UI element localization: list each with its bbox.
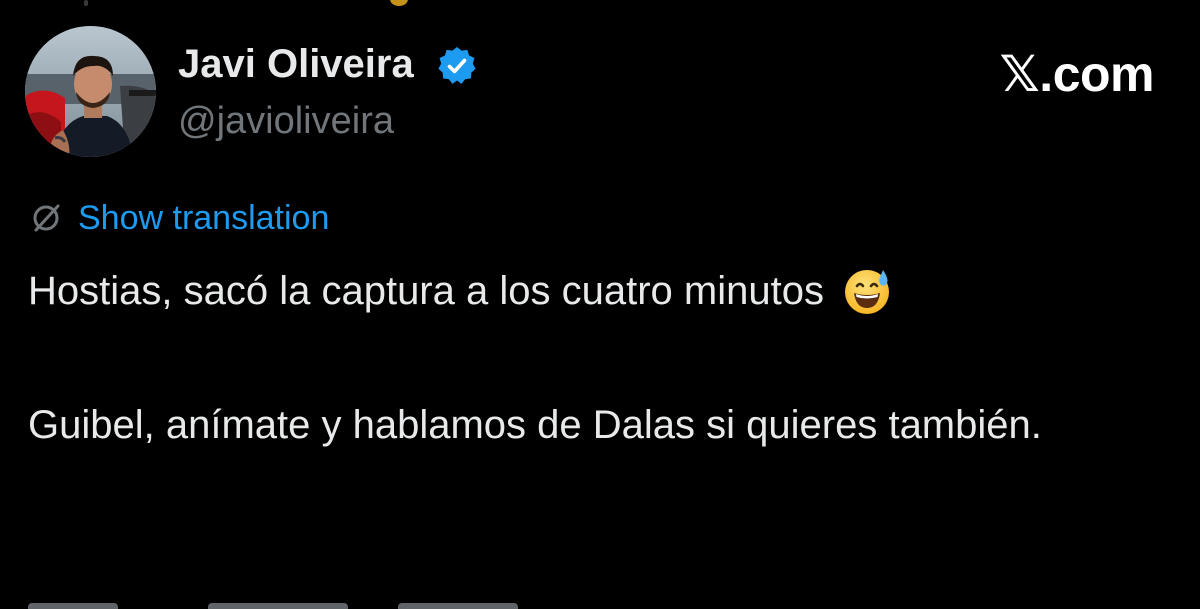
views-fragment xyxy=(398,603,518,609)
avatar[interactable] xyxy=(25,26,156,157)
profile-photo xyxy=(25,26,156,157)
timestamp-fragment xyxy=(28,603,118,609)
tweet-paragraph-2: Guibel, anímate y hablamos de Dalas si q… xyxy=(28,403,1042,447)
verified-badge-icon[interactable] xyxy=(437,46,477,86)
previous-content-remnant xyxy=(0,0,1200,8)
date-fragment xyxy=(208,603,348,609)
timestamp-remnant xyxy=(28,601,628,609)
tweet-text: Hostias, sacó la captura a los cuatro mi… xyxy=(28,262,1178,454)
show-translation-label: Show translation xyxy=(78,199,330,237)
display-name[interactable]: Javi Oliveira xyxy=(178,44,414,84)
x-com-logo: 𝕏.com xyxy=(999,46,1155,102)
tweet-line-1: Hostias, sacó la captura a los cuatro mi… xyxy=(28,269,824,313)
show-translation-button[interactable]: Show translation xyxy=(28,198,329,238)
tweet-paragraph-1: Hostias, sacó la captura a los cuatro mi… xyxy=(28,262,1178,320)
grinning-face-with-sweat-icon xyxy=(844,270,889,314)
globe-icon xyxy=(33,204,60,232)
thread-line xyxy=(84,0,88,6)
username-handle[interactable]: @javioliveira xyxy=(178,102,394,140)
emoji-remnant xyxy=(390,0,408,6)
